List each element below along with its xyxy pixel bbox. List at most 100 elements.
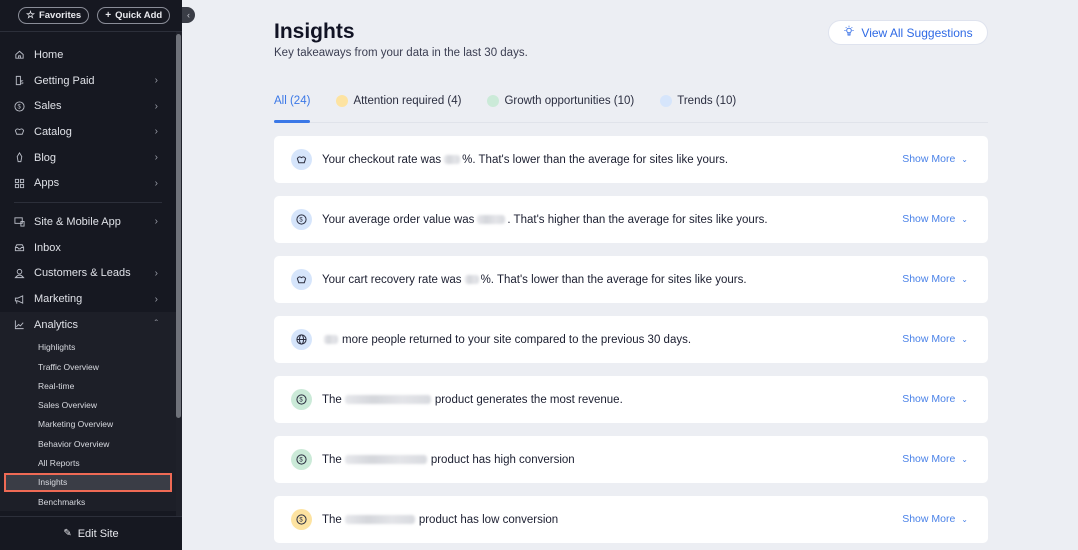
globe-icon	[291, 329, 312, 350]
catalog-icon	[14, 126, 25, 137]
sidebar-item-inbox[interactable]: Inbox	[0, 235, 176, 261]
sidebar-subitem-traffic-overview[interactable]: Traffic Overview	[0, 357, 176, 376]
sidebar-top-actions: ☆ Favorites + Quick Add	[0, 0, 182, 32]
insight-text-after: %. That's lower than the average for sit…	[480, 273, 747, 286]
show-more-button[interactable]: Show More ⌄	[902, 393, 968, 405]
sidebar-item-getting-paid[interactable]: $ Getting Paid ›	[0, 68, 176, 94]
sidebar-scrollbar[interactable]	[176, 34, 181, 418]
sidebar-item-blog[interactable]: Blog ›	[0, 145, 176, 171]
tab-label: Growth opportunities (10)	[504, 95, 635, 107]
insight-text: Your cart recovery rate was %. That's low…	[322, 274, 747, 286]
insight-text: The product has low conversion	[322, 514, 558, 526]
sidebar-item-label: Apps	[34, 177, 60, 190]
favorites-button[interactable]: ☆ Favorites	[18, 7, 90, 24]
show-more-label: Show More	[902, 513, 956, 525]
tab-all[interactable]: All (24)	[274, 92, 311, 123]
chevron-right-icon: ›	[154, 75, 158, 87]
insight-text: The product has high conversion	[322, 454, 575, 466]
tab-attention-required[interactable]: Attention required (4)	[336, 92, 461, 110]
sidebar-item-site-mobile-app[interactable]: Site & Mobile App ›	[0, 209, 176, 235]
insight-text-after: product generates the most revenue.	[434, 393, 623, 406]
show-more-label: Show More	[902, 153, 956, 165]
chevron-down-icon: ⌄	[961, 214, 968, 224]
sidebar-subitem-marketing-overview[interactable]: Marketing Overview	[0, 415, 176, 434]
show-more-button[interactable]: Show More ⌄	[902, 273, 968, 285]
sidebar-subitem-all-reports[interactable]: All Reports	[0, 453, 176, 472]
dollar-circle-icon: $	[291, 509, 312, 530]
pencil-icon: ✎	[63, 528, 72, 539]
chevron-down-icon: ⌄	[961, 394, 968, 404]
dollar-circle-icon: $	[291, 389, 312, 410]
sidebar-item-apps[interactable]: Apps ›	[0, 170, 176, 196]
quick-add-label: Quick Add	[115, 10, 163, 21]
inbox-icon	[14, 242, 25, 253]
customers-icon	[14, 268, 25, 279]
chevron-up-icon: ˆ	[154, 319, 158, 331]
sidebar-item-marketing[interactable]: Marketing ›	[0, 286, 176, 312]
apps-icon	[14, 178, 25, 189]
tab-growth-opportunities[interactable]: Growth opportunities (10)	[487, 92, 634, 110]
sidebar-item-label: Customers & Leads	[34, 267, 131, 280]
sidebar-item-home[interactable]: Home	[0, 42, 176, 68]
chevron-right-icon: ›	[154, 293, 158, 305]
chevron-right-icon: ›	[154, 267, 158, 279]
sidebar-subitem-benchmarks[interactable]: Benchmarks	[0, 492, 176, 511]
dollar-circle-icon: $	[14, 101, 25, 112]
insight-text-after: more people returned to your site compar…	[342, 333, 692, 346]
sidebar: ☆ Favorites + Quick Add Home $ Getting P…	[0, 0, 182, 550]
show-more-button[interactable]: Show More ⌄	[902, 213, 968, 225]
insight-card: more people returned to your site compar…	[274, 316, 988, 363]
insight-text-before: The	[322, 393, 342, 406]
attention-dot-icon	[336, 95, 349, 107]
show-more-button[interactable]: Show More ⌄	[902, 513, 968, 525]
insight-text-after: . That's higher than the average for sit…	[507, 213, 768, 226]
sidebar-item-sales[interactable]: $ Sales ›	[0, 93, 176, 119]
insight-text-before: The	[322, 513, 342, 526]
chart-line-icon	[14, 319, 25, 330]
show-more-button[interactable]: Show More ⌄	[902, 333, 968, 345]
sidebar-subitem-sales-overview[interactable]: Sales Overview	[0, 395, 176, 414]
insight-text: Your average order value was . That's hig…	[322, 214, 768, 226]
sidebar-item-label: Analytics	[34, 318, 79, 331]
tab-label: Trends (10)	[677, 95, 737, 107]
sidebar-subitem-behavior-overview[interactable]: Behavior Overview	[0, 434, 176, 453]
show-more-button[interactable]: Show More ⌄	[902, 453, 968, 465]
sidebar-subitem-highlights[interactable]: Highlights	[0, 338, 176, 357]
insight-card: $ The product has high conversion Show More…	[274, 436, 988, 483]
redacted-value	[344, 455, 427, 464]
dollar-circle-icon: $	[291, 209, 312, 230]
tab-trends[interactable]: Trends (10)	[660, 92, 736, 110]
insight-card: $ The product has low conversion Show More ⌄	[274, 496, 988, 543]
chevron-down-icon: ⌄	[961, 334, 968, 344]
megaphone-icon	[14, 294, 25, 305]
svg-text:$: $	[20, 80, 23, 86]
redacted-value	[324, 335, 338, 344]
svg-text:$: $	[299, 398, 303, 404]
sidebar-subitem-insights[interactable]: Insights	[4, 472, 172, 492]
insight-card: Your checkout rate was %. That's lower th…	[274, 136, 988, 183]
show-more-button[interactable]: Show More ⌄	[902, 153, 968, 165]
redacted-value	[464, 275, 479, 284]
invoice-icon: $	[14, 75, 25, 86]
sidebar-item-label: Getting Paid	[34, 74, 95, 87]
sidebar-subitem-real-time[interactable]: Real-time	[0, 376, 176, 395]
svg-text:$: $	[299, 218, 303, 224]
page-subtitle: Key takeaways from your data in the last…	[274, 47, 528, 59]
insight-text-before: The	[322, 453, 342, 466]
chevron-right-icon: ›	[154, 100, 158, 112]
view-all-suggestions-label: View All Suggestions	[861, 25, 973, 40]
svg-text:$: $	[17, 104, 21, 110]
insight-text: The product generates the most revenue.	[322, 394, 623, 406]
insight-text-before: Your average order value was	[322, 213, 475, 226]
chevron-right-icon: ›	[154, 126, 158, 138]
edit-site-button[interactable]: ✎ Edit Site	[0, 516, 182, 550]
redacted-value	[477, 215, 506, 224]
insights-list: Your checkout rate was %. That's lower th…	[274, 136, 988, 550]
sidebar-item-label: Site & Mobile App	[34, 215, 121, 228]
sidebar-item-customers-leads[interactable]: Customers & Leads ›	[0, 261, 176, 287]
sidebar-item-analytics[interactable]: Analytics ˆ	[0, 312, 176, 338]
sidebar-item-catalog[interactable]: Catalog ›	[0, 119, 176, 145]
quick-add-button[interactable]: + Quick Add	[97, 7, 171, 24]
analytics-section: Analytics ˆ Highlights Traffic Overview …	[0, 311, 176, 512]
view-all-suggestions-button[interactable]: View All Suggestions	[828, 20, 988, 45]
